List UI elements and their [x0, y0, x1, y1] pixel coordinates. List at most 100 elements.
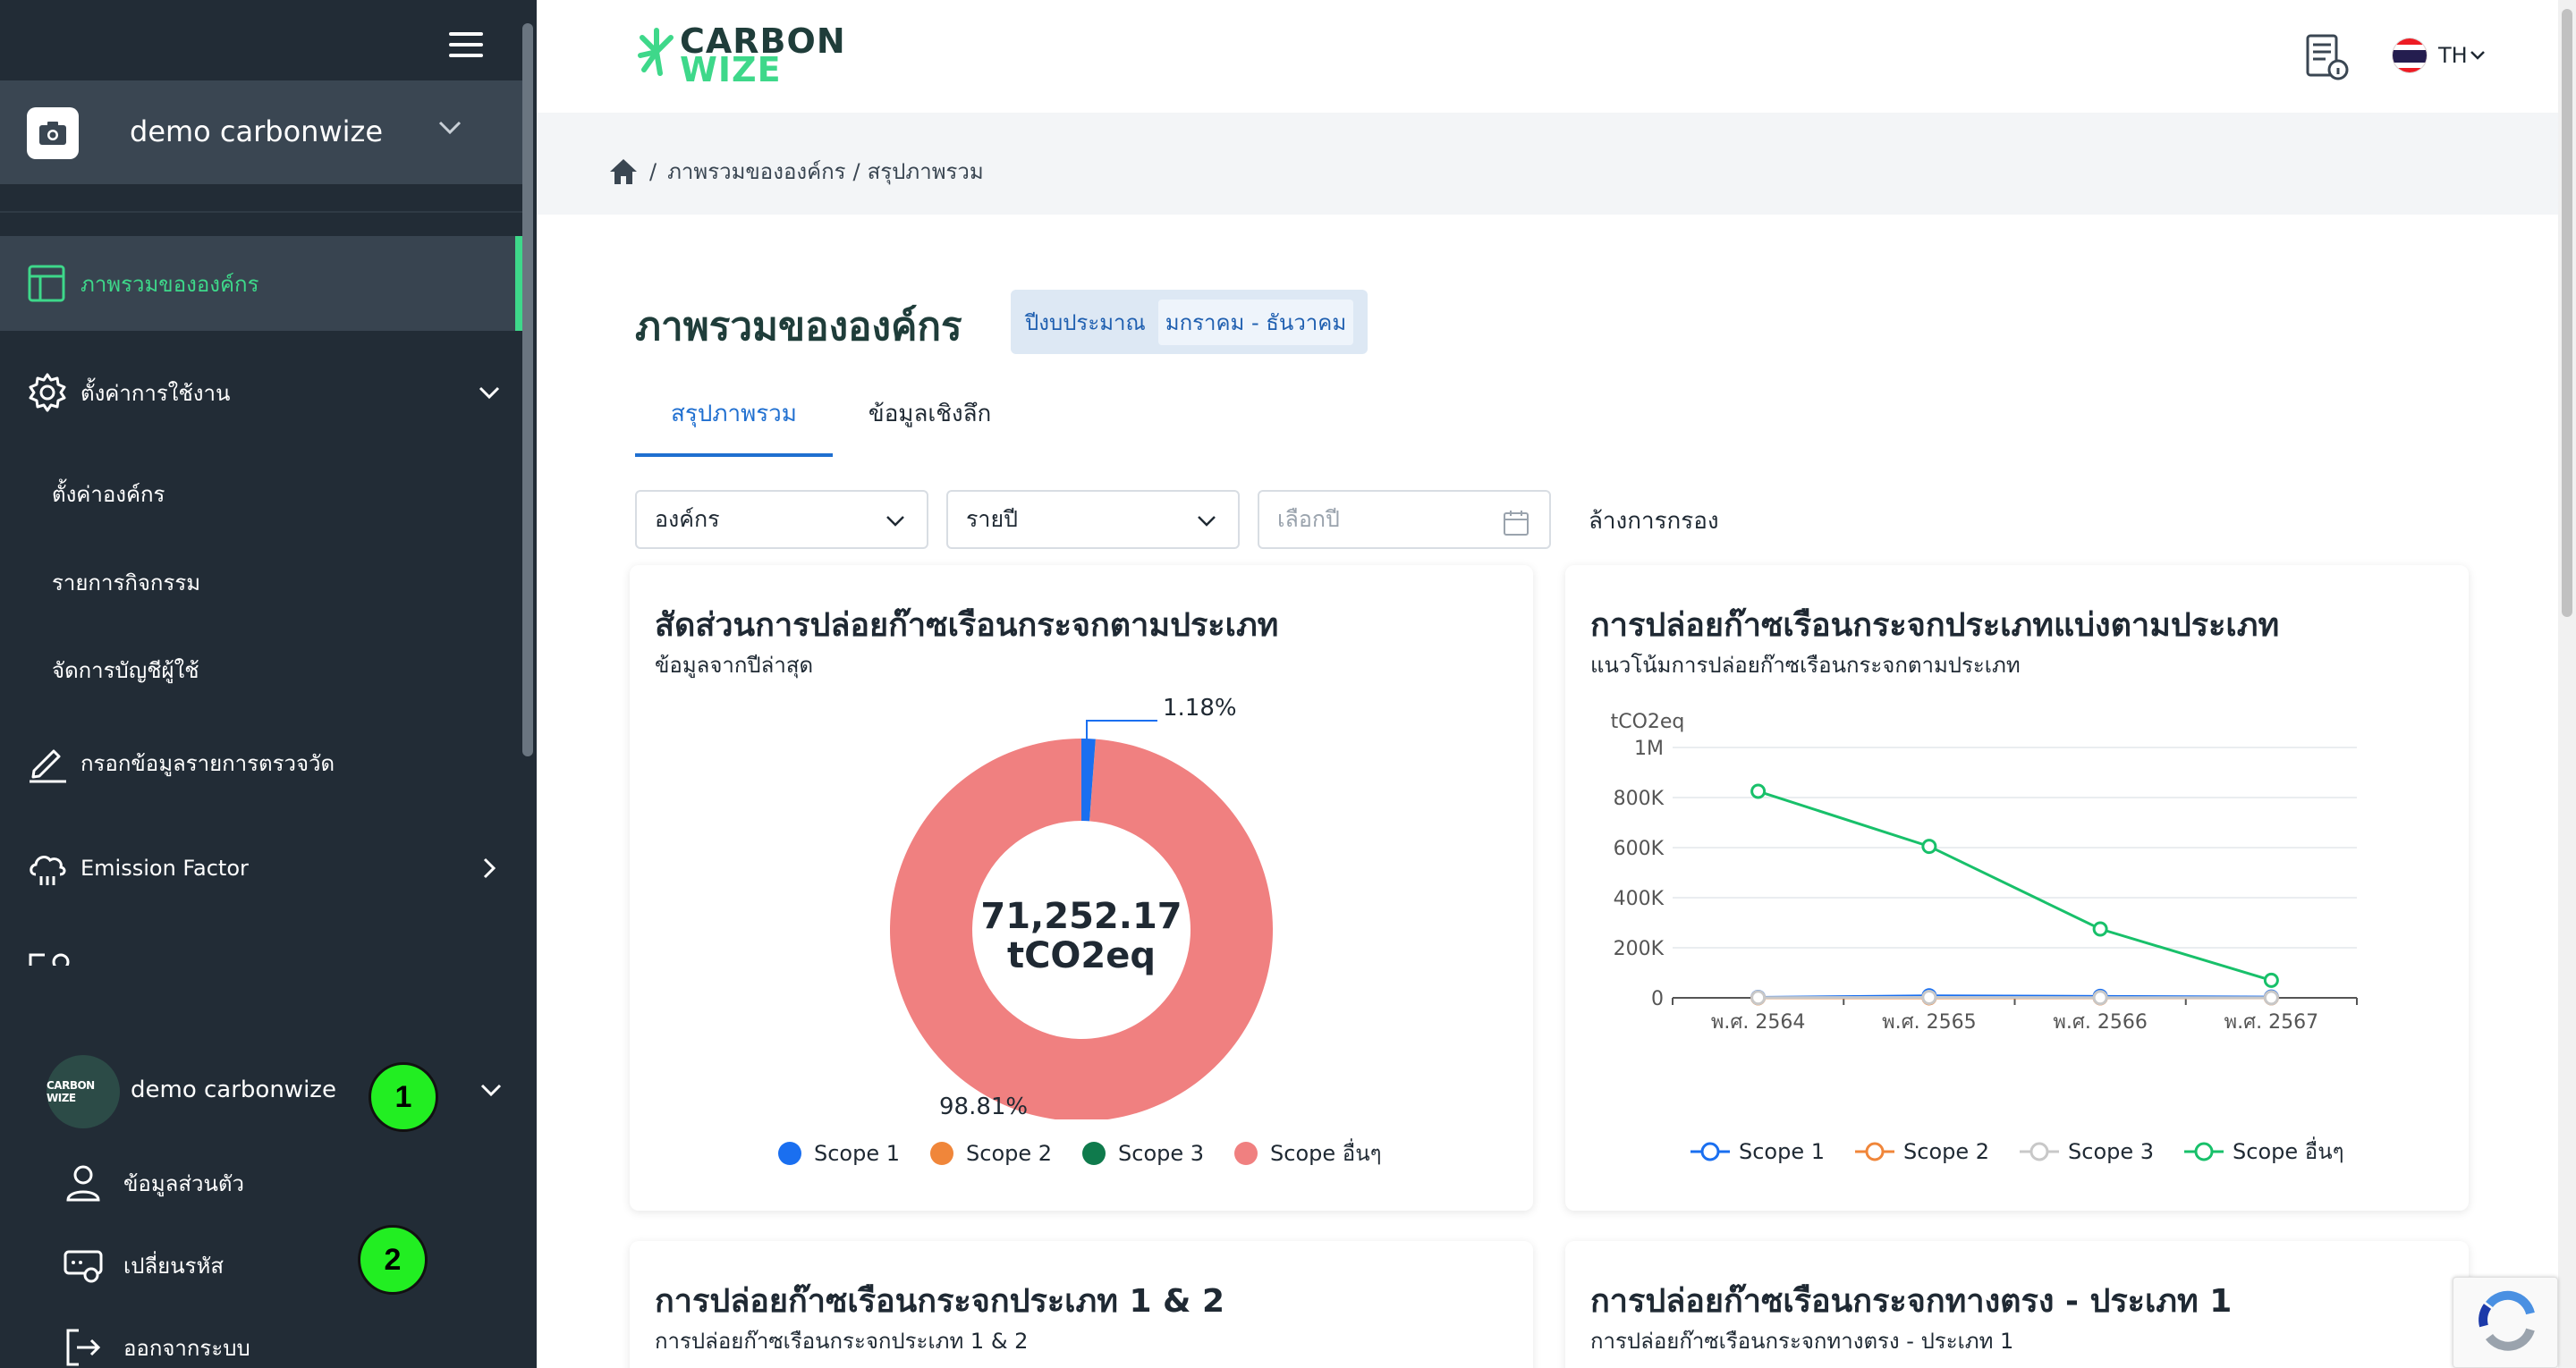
sidebar-item-label: กรอกข้อมูลรายการตรวจวัด	[80, 750, 335, 776]
main-content: ภาพรวมขององค์กร ปีงบประมาณ มกราคม - ธันว…	[537, 215, 2558, 1368]
fiscal-year-badge: ปีงบประมาณ มกราคม - ธันวาคม	[1011, 290, 1368, 354]
gear-icon	[29, 373, 66, 412]
document-info-icon[interactable]	[2302, 32, 2351, 82]
legend-label: Scope อื่นๆ	[1270, 1141, 1382, 1166]
hamburger-menu-icon[interactable]	[449, 32, 483, 61]
legend-dot-icon	[1082, 1141, 1106, 1165]
scope12-card: การปล่อยก๊าซเรือนกระจกประเภท 1 & 2 การปล…	[630, 1241, 1533, 1368]
layout-icon	[28, 265, 65, 302]
sidebar-item-emission-factor[interactable]: Emission Factor	[0, 821, 524, 916]
logout-icon	[66, 1329, 101, 1366]
y-tick-label: 600K	[1614, 838, 1665, 860]
y-tick-label: 0	[1651, 988, 1664, 1010]
calendar-icon	[1504, 511, 1529, 536]
language-selector[interactable]: TH	[2392, 38, 2487, 73]
breadcrumb-overview[interactable]: ภาพรวมขององค์กร	[667, 154, 845, 189]
chevron-down-icon	[1198, 516, 1216, 527]
legend-line-icon	[2184, 1142, 2224, 1161]
password-icon	[64, 1250, 103, 1283]
sidebar: demo carbonwize ภาพรวมขององค์กร ตั้งค่าก…	[0, 0, 537, 1368]
legend-item[interactable]: Scope 3	[1082, 1141, 1204, 1166]
period-select[interactable]: รายปี	[946, 490, 1240, 549]
sidebar-subitem-activities[interactable]: รายการกิจกรรม	[52, 565, 200, 600]
donut-chart-card: สัดส่วนการปล่อยก๊าซเรือนกระจกตามประเภท ข…	[630, 565, 1533, 1211]
thai-flag-icon	[2392, 38, 2428, 73]
data-point	[2092, 921, 2108, 937]
x-tick-label: พ.ศ. 2565	[1882, 1011, 1976, 1034]
legend-item[interactable]: Scope 2	[930, 1141, 1052, 1166]
legend-label: Scope 1	[814, 1140, 901, 1166]
legend-line-icon	[1690, 1142, 1730, 1161]
y-tick-label: 200K	[1614, 938, 1665, 960]
data-point	[2263, 990, 2279, 1006]
legend-label: Scope 2	[966, 1140, 1053, 1166]
page-scrollbar[interactable]	[2558, 0, 2576, 1368]
legend-item[interactable]: Scope 1	[778, 1141, 900, 1166]
series-line-3	[1758, 790, 2272, 982]
legend-item[interactable]: Scope 3	[2020, 1139, 2154, 1164]
card-subtitle: การปล่อยก๊าซเรือนกระจกทางตรง - ประเภท 1	[1590, 1329, 2014, 1354]
legend-item[interactable]: Scope 1	[1690, 1139, 1825, 1164]
slice-label-scope1: 1.18%	[1163, 695, 1237, 722]
legend-dot-icon	[930, 1141, 954, 1165]
user-name[interactable]: demo carbonwize	[131, 1077, 336, 1103]
x-tick-label: พ.ศ. 2567	[2224, 1011, 2318, 1034]
sidebar-scrollbar[interactable]	[522, 23, 533, 756]
tab-insights[interactable]: ข้อมูลเชิงลึก	[833, 395, 1027, 457]
chevron-down-icon	[438, 121, 462, 135]
card-title: การปล่อยก๊าซเรือนกระจกประเภท 1 & 2	[655, 1283, 1225, 1320]
org-name: demo carbonwize	[130, 114, 383, 148]
user-icon	[66, 1165, 100, 1202]
menu-item-logout[interactable]: ออกจากระบบ	[63, 1327, 250, 1368]
menu-item-change-password[interactable]: เปลี่ยนรหัส	[63, 1245, 224, 1286]
year-picker[interactable]: เลือกปี	[1258, 490, 1551, 549]
sidebar-subitem-org-settings[interactable]: ตั้งค่าองค์กร	[52, 477, 165, 511]
direct-emission-card: การปล่อยก๊าซเรือนกระจกทางตรง - ประเภท 1 …	[1565, 1241, 2469, 1368]
org-select[interactable]: องค์กร	[635, 490, 928, 549]
camera-icon	[27, 107, 79, 159]
sidebar-item-label: ภาพรวมขององค์กร	[80, 271, 259, 297]
logo-wordmark: CARBON WIZE	[680, 21, 846, 89]
sidebar-item-overview[interactable]: ภาพรวมขององค์กร	[0, 236, 524, 331]
chevron-down-icon[interactable]	[478, 1077, 504, 1103]
tab-summary[interactable]: สรุปภาพรวม	[635, 395, 833, 457]
legend-label: Scope 3	[2068, 1138, 2155, 1164]
slice-leader-scope1	[1086, 720, 1157, 739]
legend-item[interactable]: Scope อื่นๆ	[2184, 1134, 2344, 1169]
line-chart: tCO2eq 0 200K 400K 600K 800K 1M พ.ศ. 2564 พ.ศ. 2…	[1611, 711, 2358, 1034]
donut-chart: 1.18% 98.81% 71,252.17tCO2eq	[890, 695, 1273, 1119]
home-icon[interactable]	[608, 157, 639, 186]
data-point	[1921, 989, 1937, 1005]
legend-dot-icon	[1234, 1141, 1258, 1165]
line-legend: Scope 1 Scope 2 Scope 3 Scope อื่นๆ	[1690, 1134, 2375, 1169]
legend-label: Scope 1	[1739, 1138, 1826, 1164]
sidebar-subitem-user-accounts[interactable]: จัดการบัญชีผู้ใช้	[52, 653, 199, 688]
menu-item-profile[interactable]: ข้อมูลส่วนตัว	[63, 1162, 244, 1203]
legend-label: Scope อื่นๆ	[2233, 1139, 2344, 1164]
legend-dot-icon	[778, 1141, 801, 1165]
x-tick-label: พ.ศ. 2566	[2053, 1011, 2147, 1034]
sidebar-item-measurement-entry[interactable]: กรอกข้อมูลรายการตรวจวัด	[0, 715, 524, 810]
legend-line-icon	[1855, 1142, 1895, 1161]
clear-filter-button[interactable]: ล้างการกรอง	[1589, 502, 1719, 539]
recaptcha-badge[interactable]	[2453, 1277, 2558, 1368]
data-point	[2263, 972, 2279, 988]
y-tick-label: 800K	[1614, 788, 1665, 810]
tab-bar: สรุปภาพรวม ข้อมูลเชิงลึก	[635, 395, 1027, 457]
card-subtitle: ข้อมูลจากปีล่าสุด	[655, 653, 814, 678]
sidebar-item-settings[interactable]: ตั้งค่าการใช้งาน	[0, 345, 524, 440]
divider	[0, 211, 524, 213]
sidebar-item-label: ตั้งค่าการใช้งาน	[80, 380, 231, 406]
data-point	[2092, 990, 2108, 1006]
legend-item[interactable]: Scope อื่นๆ	[1234, 1136, 1382, 1170]
donut-center-unit: tCO2eq	[1007, 935, 1156, 976]
page-title: ภาพรวมขององค์กร	[635, 304, 962, 350]
y-tick-label: 400K	[1614, 888, 1665, 910]
partial-icon	[29, 953, 70, 966]
legend-label: Scope 3	[1118, 1140, 1205, 1166]
legend-item[interactable]: Scope 2	[1855, 1139, 1989, 1164]
org-switcher[interactable]: demo carbonwize	[0, 80, 524, 184]
user-panel: CARBON WIZE demo carbonwize ข้อมูลส่วนตั…	[0, 1001, 537, 1368]
chevron-down-icon	[2470, 51, 2485, 60]
card-title: สัดส่วนการปล่อยก๊าซเรือนกระจกตามประเภท	[655, 607, 1279, 644]
